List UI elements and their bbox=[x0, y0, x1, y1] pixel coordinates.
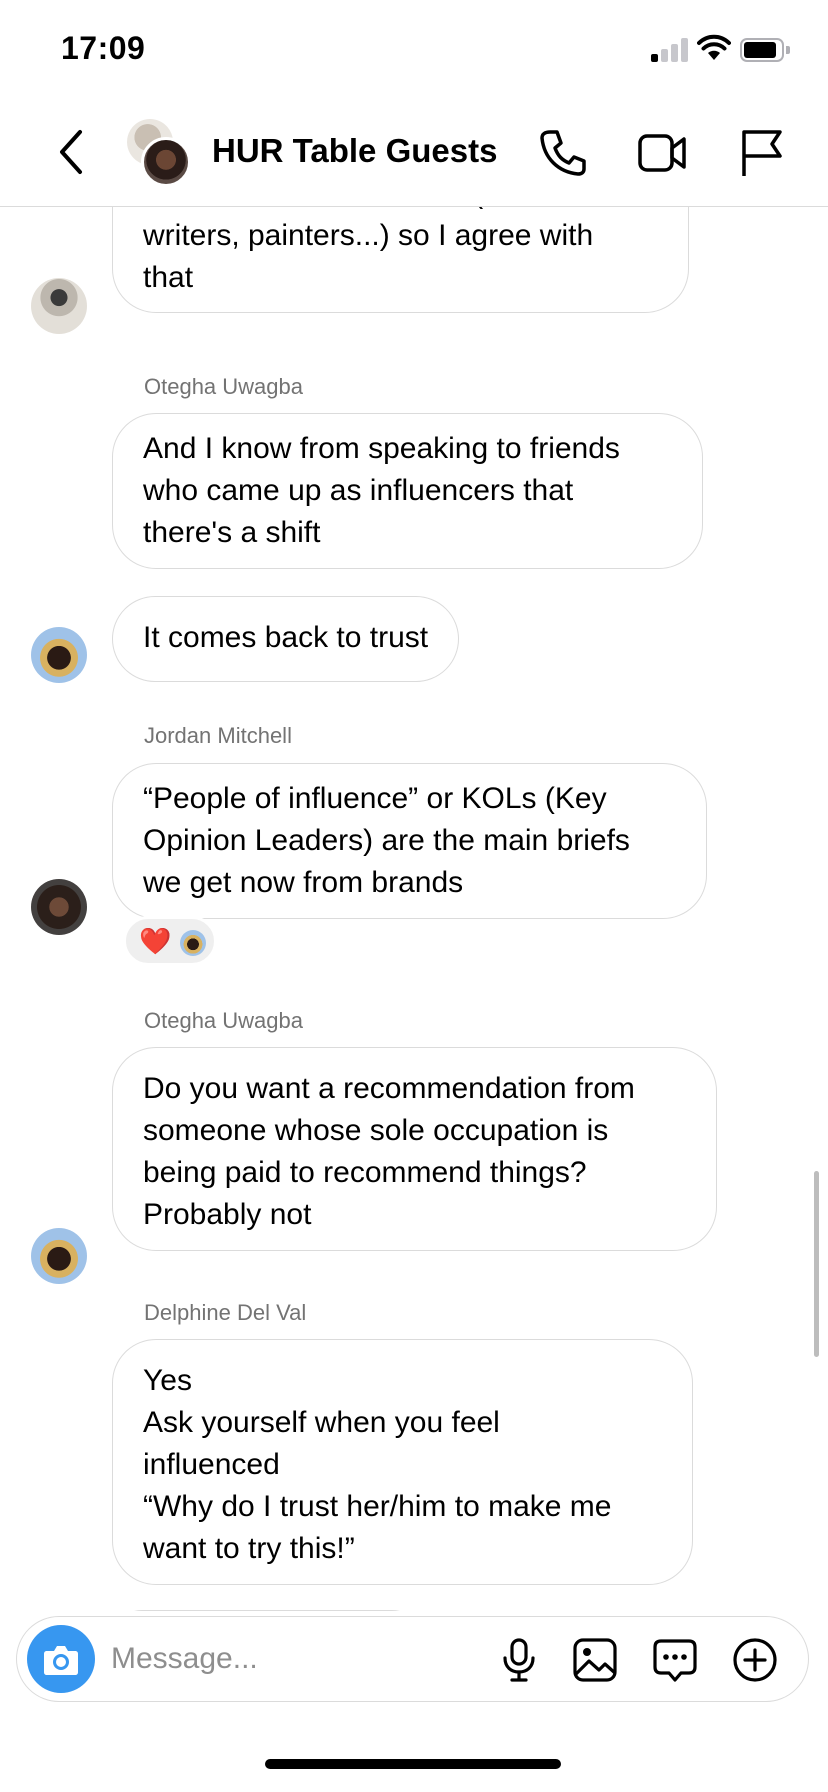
message-composer bbox=[16, 1616, 809, 1702]
voice-message-button[interactable] bbox=[495, 1636, 543, 1684]
message-bubble[interactable]: And I know from speaking to friends who … bbox=[112, 413, 703, 569]
wifi-icon bbox=[697, 34, 731, 60]
phone-icon bbox=[540, 130, 586, 176]
status-time: 17:09 bbox=[61, 30, 146, 66]
chat-header: HUR Table Guests bbox=[0, 100, 828, 207]
message-bubble[interactable]: real talent with influence (chef, writer… bbox=[112, 207, 689, 313]
home-indicator[interactable] bbox=[265, 1759, 561, 1769]
avatar[interactable] bbox=[31, 879, 87, 935]
scroll-indicator[interactable] bbox=[814, 1171, 819, 1357]
message-bubble-partial[interactable] bbox=[112, 1610, 422, 1611]
sticker-icon bbox=[653, 1639, 697, 1682]
message-list[interactable]: real talent with influence (chef, writer… bbox=[0, 207, 828, 1611]
heart-icon: ❤️ bbox=[139, 926, 172, 956]
sender-name: Otegha Uwagba bbox=[144, 374, 303, 399]
back-icon bbox=[60, 130, 82, 174]
message-bubble[interactable]: “People of influence” or KOLs (Key Opini… bbox=[112, 763, 707, 919]
back-button[interactable] bbox=[48, 122, 98, 182]
message-bubble[interactable]: Yes Ask yourself when you feel influence… bbox=[112, 1339, 693, 1585]
gallery-button[interactable] bbox=[571, 1636, 619, 1684]
group-avatar[interactable] bbox=[127, 119, 193, 187]
reaction-badge[interactable]: ❤️ bbox=[123, 916, 217, 966]
message-bubble[interactable]: Do you want a recommendation from someon… bbox=[112, 1047, 717, 1251]
image-icon bbox=[573, 1638, 617, 1682]
signal-icon bbox=[651, 38, 689, 62]
voice-call-button[interactable] bbox=[536, 126, 590, 180]
sender-name: Jordan Mitchell bbox=[144, 723, 292, 748]
message-input[interactable] bbox=[111, 1637, 431, 1681]
message-bubble[interactable]: It comes back to trust bbox=[112, 596, 460, 682]
add-icon bbox=[733, 1638, 777, 1682]
sender-name: Delphine Del Val bbox=[144, 1300, 307, 1325]
avatar[interactable] bbox=[31, 278, 87, 334]
video-camera-icon bbox=[638, 134, 686, 172]
camera-button[interactable] bbox=[27, 1625, 95, 1693]
add-button[interactable] bbox=[731, 1636, 779, 1684]
avatar bbox=[180, 930, 206, 956]
dm-screen: 17:09 HUR Table Guests writers, painters… bbox=[0, 0, 828, 1792]
microphone-icon bbox=[503, 1638, 535, 1682]
battery-icon bbox=[740, 38, 790, 62]
flag-icon bbox=[742, 130, 782, 176]
sticker-button[interactable] bbox=[651, 1636, 699, 1684]
avatar[interactable] bbox=[31, 1228, 87, 1284]
chat-title[interactable]: HUR Table Guests bbox=[212, 132, 497, 170]
status-bar: 17:09 bbox=[0, 0, 828, 100]
report-button[interactable] bbox=[736, 126, 790, 180]
avatar[interactable] bbox=[31, 627, 87, 683]
avatar bbox=[141, 137, 191, 187]
video-call-button[interactable] bbox=[636, 126, 690, 180]
camera-icon bbox=[44, 1646, 78, 1675]
sender-name: Otegha Uwagba bbox=[144, 1008, 303, 1033]
